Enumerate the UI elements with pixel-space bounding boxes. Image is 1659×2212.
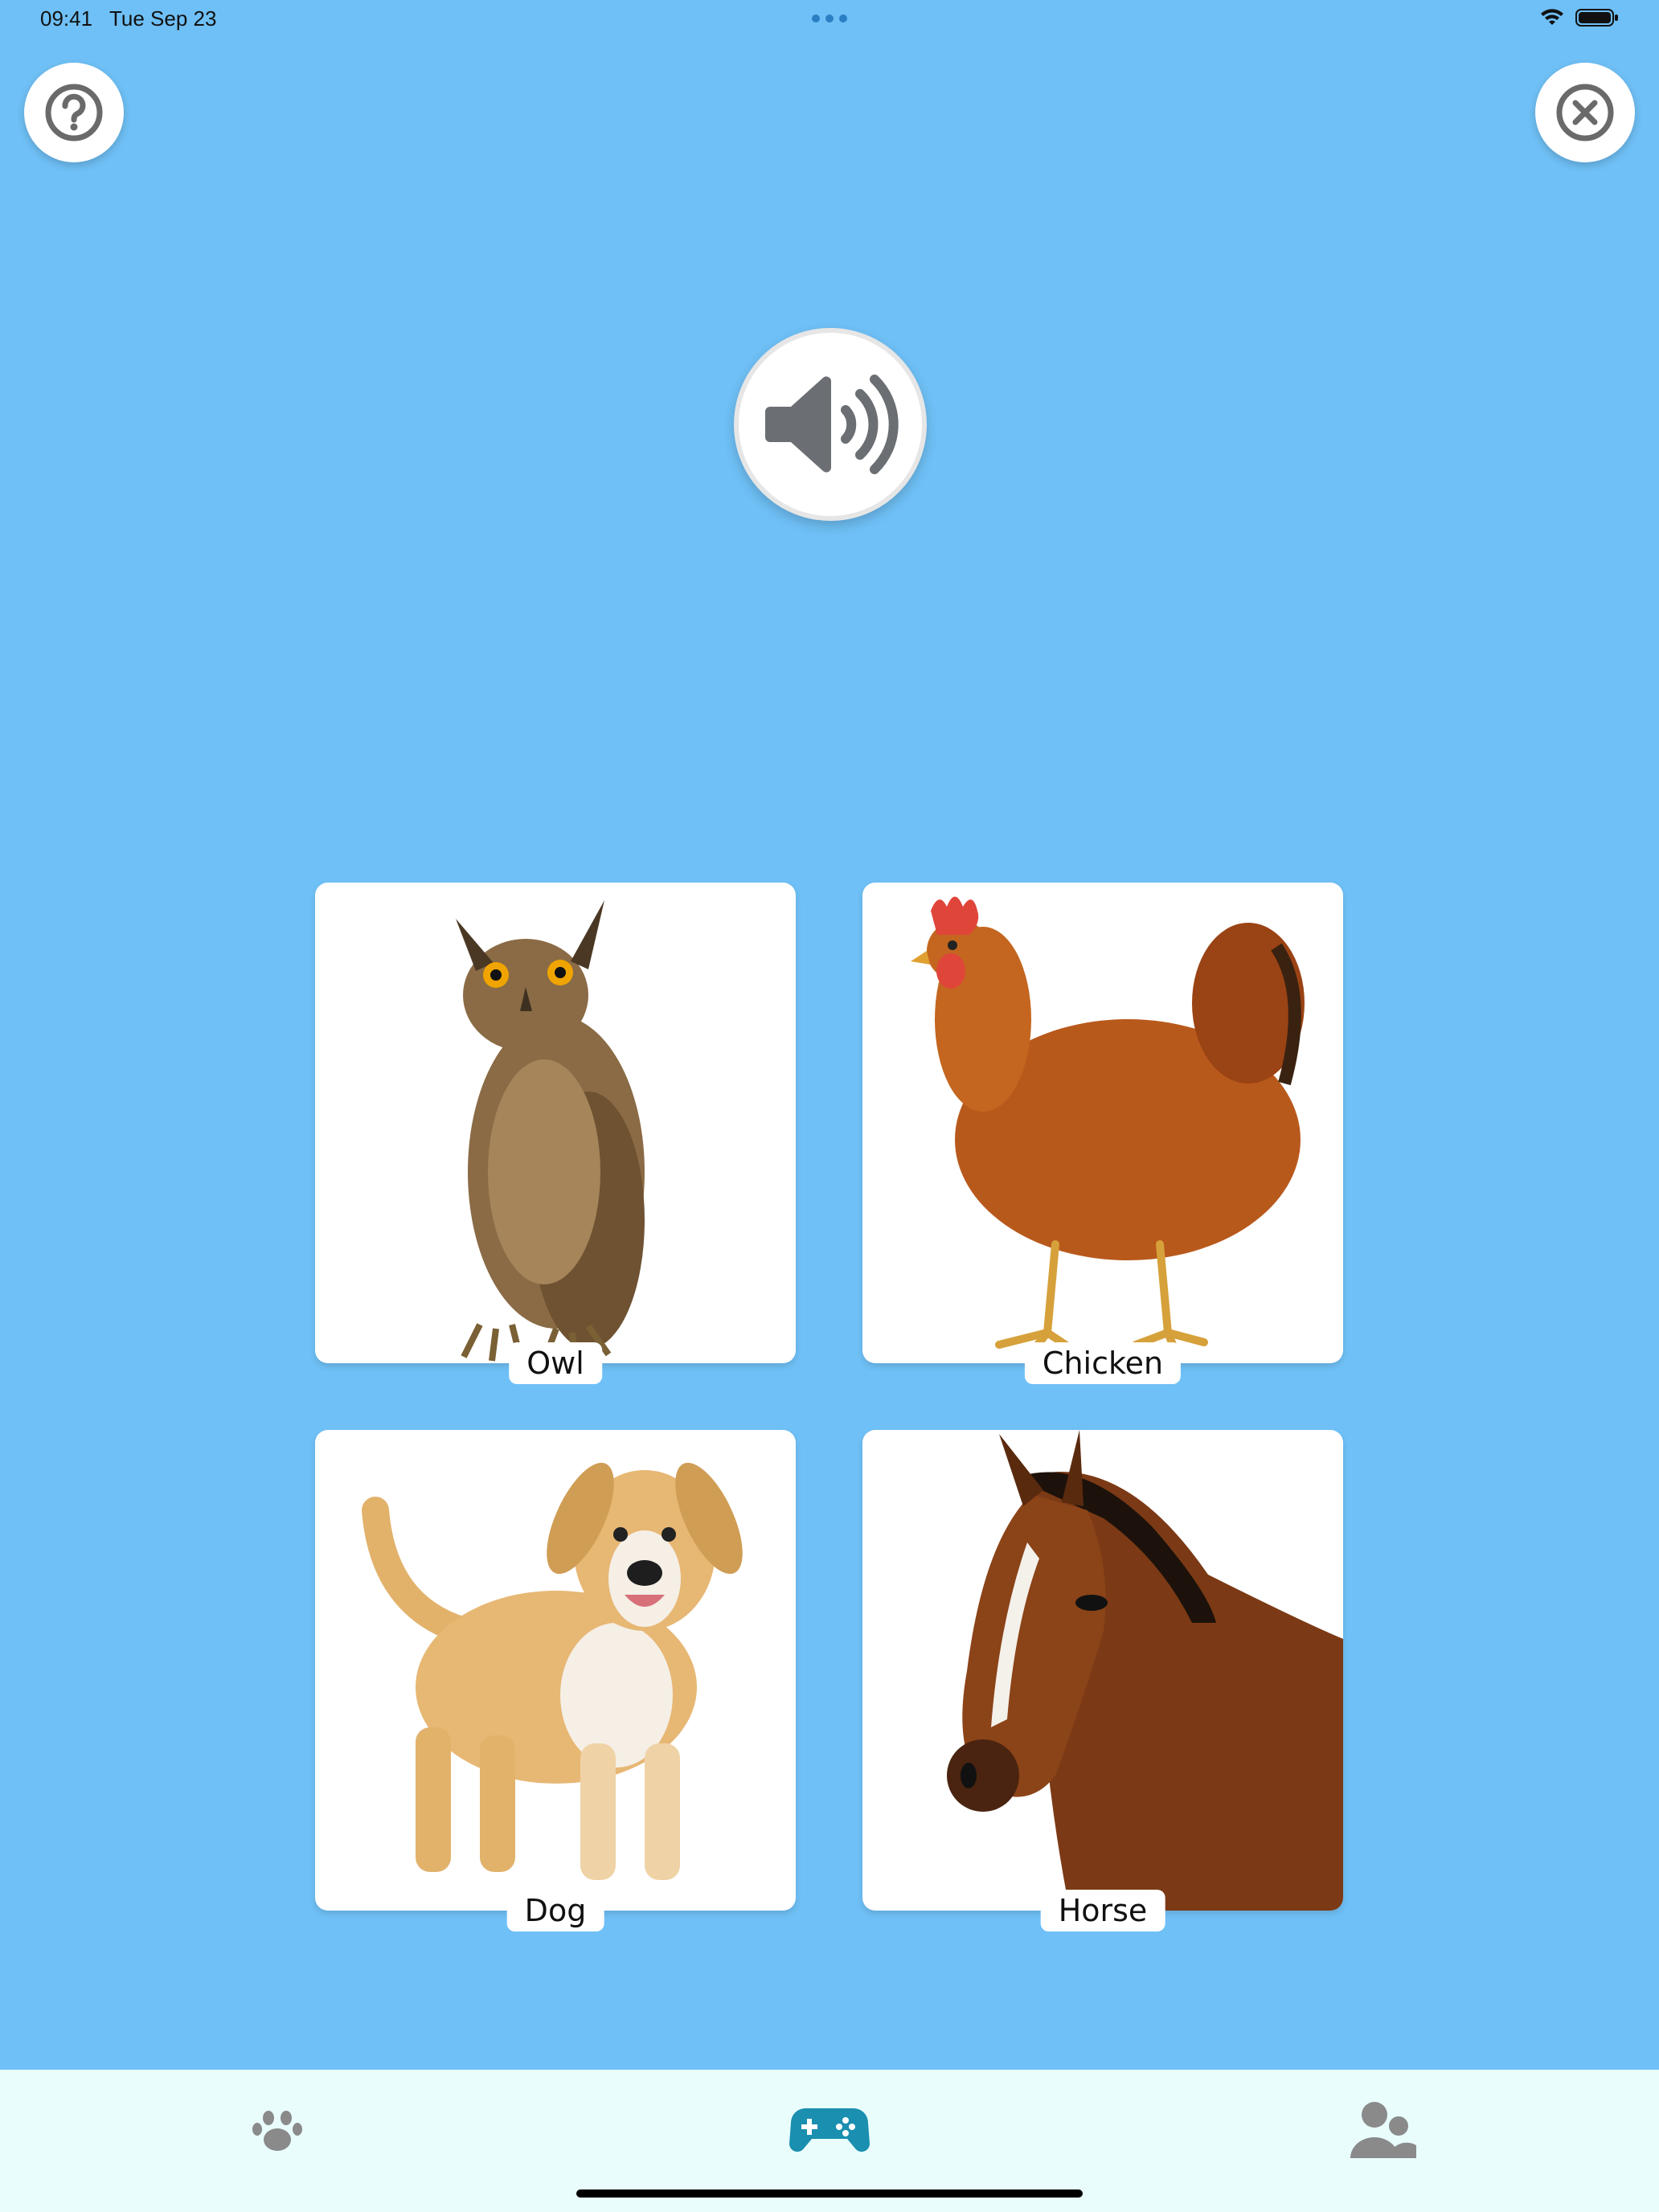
answer-label: Horse [1040,1890,1165,1931]
speaker-volume-icon [765,375,899,474]
answer-label: Dog [506,1890,604,1931]
home-indicator [576,2189,1083,2198]
wifi-icon [1541,9,1563,25]
tab-animals[interactable] [233,2094,322,2166]
question-circle-icon [45,84,103,141]
tab-profile[interactable] [1338,2094,1427,2166]
answer-card-horse[interactable]: Horse [862,1430,1343,1931]
close-circle-icon [1556,84,1614,141]
status-bar: 09:41 Tue Sep 23 [0,0,1659,40]
multitasking-dots[interactable] [812,14,847,24]
owl-image [315,883,796,1363]
chicken-image [862,883,1343,1363]
help-button[interactable] [24,63,124,162]
paw-icon [252,2111,302,2151]
battery-icon [1575,9,1618,27]
horse-image [862,1430,1343,1911]
answer-label: Owl [509,1342,602,1384]
answer-card-chicken[interactable]: Chicken [862,883,1343,1384]
gamepad-icon [789,2108,870,2152]
status-date: Tue Sep 23 [109,6,217,31]
status-icons [1540,8,1619,27]
close-button[interactable] [1535,63,1635,162]
users-icon [1350,2102,1416,2158]
status-time: 09:41 [40,6,93,31]
answer-card-dog[interactable]: Dog [315,1430,796,1931]
play-sound-button[interactable] [734,328,927,521]
answer-card-owl[interactable]: Owl [315,883,796,1384]
tab-games[interactable] [785,2094,874,2166]
answer-label: Chicken [1024,1342,1182,1384]
dog-image [315,1430,796,1911]
